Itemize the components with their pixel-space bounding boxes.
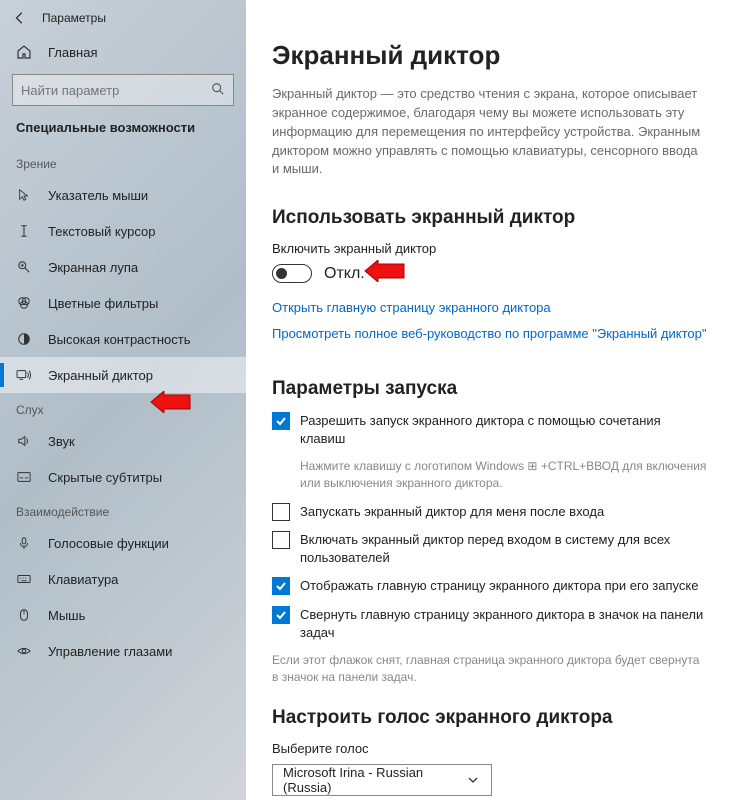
mic-icon [16,535,32,551]
mouse-icon [16,607,32,623]
checkbox-after-signin[interactable] [272,503,290,521]
sidebar-item-keyboard[interactable]: Клавиатура [0,561,246,597]
sidebar-item-label: Клавиатура [48,572,118,587]
search-icon [210,81,226,97]
group-vision: Зрение [0,147,246,177]
link-guide[interactable]: Просмотреть полное веб-руководство по пр… [272,325,707,343]
chevron-down-icon [465,772,481,788]
voice-select[interactable]: Microsoft Irina - Russian (Russia) [272,764,492,796]
search-input[interactable] [12,74,234,106]
sidebar-item-label: Экранный диктор [48,368,153,383]
group-interaction: Взаимодействие [0,495,246,525]
sidebar-item-high-contrast[interactable]: Высокая контрастность [0,321,246,357]
voice-select-label: Выберите голос [272,741,707,756]
sidebar-item-label: Высокая контрастность [48,332,191,347]
home-icon [16,44,32,60]
sidebar-item-audio[interactable]: Звук [0,423,246,459]
sidebar-item-speech[interactable]: Голосовые функции [0,525,246,561]
main-content: Экранный диктор Экранный диктор — это ср… [246,0,741,800]
audio-icon [16,433,32,449]
hint-shortcut: Нажмите клавишу с логотипом Windows ⊞ +C… [300,458,707,493]
sidebar-item-text-cursor[interactable]: Текстовый курсор [0,213,246,249]
section-voice-heading: Настроить голос экранного диктора [272,707,707,729]
sidebar-item-mouse[interactable]: Мышь [0,597,246,633]
section-startup-heading: Параметры запуска [272,378,707,400]
page-title: Экранный диктор [272,40,707,71]
contrast-icon [16,331,32,347]
back-icon[interactable] [12,10,28,26]
sidebar-item-label: Голосовые функции [48,536,169,551]
sidebar-item-label: Экранная лупа [48,260,138,275]
captions-icon [16,469,32,485]
sidebar-item-label: Указатель мыши [48,188,148,203]
home-label: Главная [48,45,97,60]
checkbox-shortcut[interactable] [272,412,290,430]
magnifier-icon [16,259,32,275]
page-description: Экранный диктор — это средство чтения с … [272,85,707,179]
toggle-label: Включить экранный диктор [272,241,707,256]
checkbox-show-home[interactable] [272,577,290,595]
toggle-state: Откл. [324,265,365,283]
sidebar-item-eye-control[interactable]: Управление глазами [0,633,246,669]
narrator-icon [16,367,32,383]
section-use-heading: Использовать экранный диктор [272,207,707,229]
checkbox-label: Включать экранный диктор перед входом в … [300,531,707,567]
voice-select-value: Microsoft Irina - Russian (Russia) [283,765,465,795]
cursor-icon [16,187,32,203]
group-hearing: Слух [0,393,246,423]
link-open-home[interactable]: Открыть главную страницу экранного дикто… [272,299,707,317]
checkbox-before-signin[interactable] [272,531,290,549]
sidebar-item-captions[interactable]: Скрытые субтитры [0,459,246,495]
checkbox-label: Свернуть главную страницу экранного дикт… [300,606,707,642]
sidebar-item-mouse-pointer[interactable]: Указатель мыши [0,177,246,213]
window-title: Параметры [42,11,106,25]
sidebar-title: Специальные возможности [0,120,246,147]
hint-minimize: Если этот флажок снят, главная страница … [272,652,707,687]
sidebar-item-label: Цветные фильтры [48,296,158,311]
eye-icon [16,643,32,659]
checkbox-label: Отображать главную страницу экранного ди… [300,577,698,595]
sidebar-item-label: Управление глазами [48,644,172,659]
text-cursor-icon [16,223,32,239]
window-header: Параметры [0,6,246,36]
sidebar-item-label: Текстовый курсор [48,224,155,239]
narrator-toggle[interactable] [272,264,312,283]
checkbox-minimize-tray[interactable] [272,606,290,624]
sidebar-item-label: Звук [48,434,75,449]
sidebar-item-narrator[interactable]: Экранный диктор [0,357,246,393]
checkbox-label: Разрешить запуск экранного диктора с пом… [300,412,707,448]
color-filter-icon [16,295,32,311]
keyboard-icon [16,571,32,587]
sidebar-item-label: Скрытые субтитры [48,470,162,485]
annotation-arrow-2 [364,260,406,282]
sidebar-item-label: Мышь [48,608,85,623]
annotation-arrow-1 [150,391,192,413]
sidebar: Параметры Главная Специальные возможност… [0,0,246,800]
sidebar-item-magnifier[interactable]: Экранная лупа [0,249,246,285]
home-nav[interactable]: Главная [0,36,246,70]
checkbox-label: Запускать экранный диктор для меня после… [300,503,604,521]
search-wrap [12,74,234,106]
sidebar-item-color-filters[interactable]: Цветные фильтры [0,285,246,321]
